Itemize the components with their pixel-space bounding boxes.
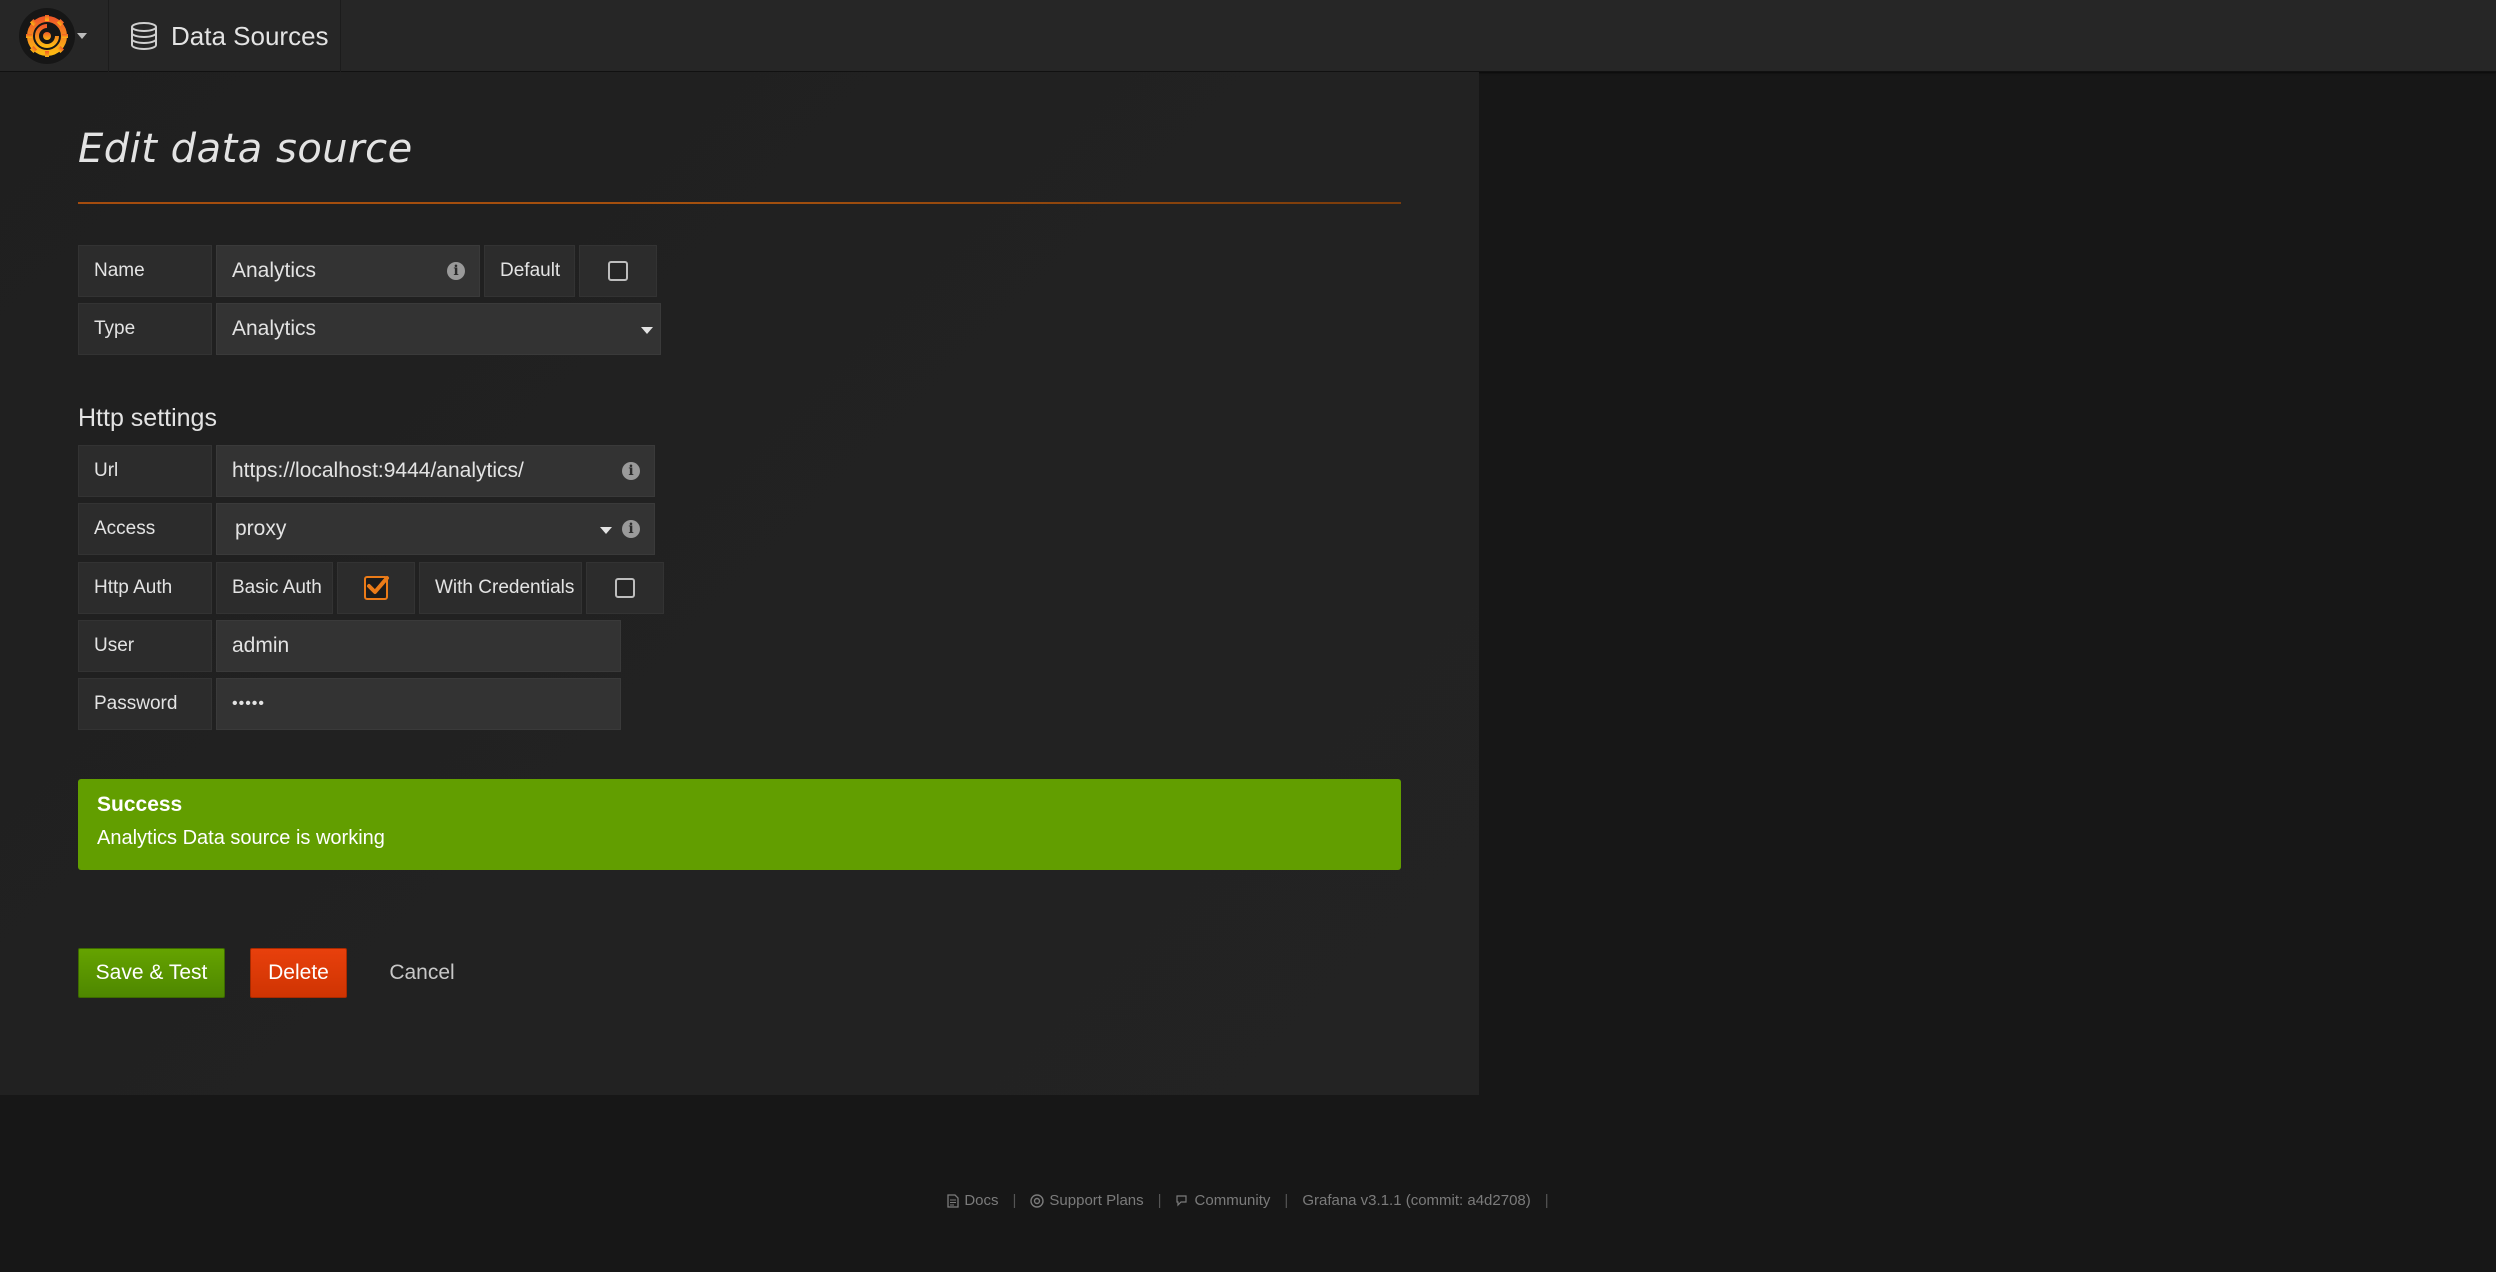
- delete-button[interactable]: Delete: [250, 948, 347, 998]
- alert-message: Analytics Data source is working: [97, 827, 385, 849]
- docs-link-label: Docs: [964, 1192, 999, 1209]
- access-row: Access proxy i: [78, 503, 655, 555]
- comments-icon: [1175, 1195, 1187, 1207]
- lifebuoy-icon: [1030, 1193, 1045, 1208]
- basic-auth-checkbox[interactable]: [364, 576, 389, 600]
- database-icon: [129, 21, 159, 51]
- footer-separator: |: [1012, 1192, 1017, 1209]
- type-select-value: Analytics: [232, 317, 317, 340]
- with-credentials-label: With Credentials: [419, 562, 582, 614]
- info-icon[interactable]: i: [622, 520, 640, 538]
- default-checkbox-wrapper: [579, 245, 657, 297]
- info-icon[interactable]: i: [622, 462, 640, 480]
- type-row: Type Analytics: [78, 303, 661, 355]
- footer-separator: |: [1544, 1192, 1549, 1209]
- chevron-down-icon: [77, 33, 87, 39]
- support-plans-label: Support Plans: [1049, 1192, 1144, 1209]
- file-icon: [947, 1193, 959, 1208]
- nav-data-sources-link[interactable]: Data Sources: [109, 0, 341, 72]
- default-checkbox[interactable]: [608, 261, 628, 281]
- save-test-button[interactable]: Save & Test: [78, 948, 225, 998]
- name-input-value: Analytics: [232, 259, 317, 282]
- user-input-value: admin: [232, 634, 290, 657]
- user-input[interactable]: admin: [216, 620, 621, 672]
- url-label: Url: [78, 445, 212, 497]
- chevron-down-icon: [641, 327, 653, 334]
- title-divider: [78, 202, 1401, 204]
- name-label: Name: [78, 245, 212, 297]
- page-title: Edit data source: [78, 126, 413, 172]
- chevron-down-icon: [600, 527, 612, 534]
- user-label: User: [78, 620, 212, 672]
- nav-title-label: Data Sources: [171, 20, 329, 51]
- url-input[interactable]: https://localhost:9444/analytics/ i: [216, 445, 655, 497]
- grafana-logo-icon: [19, 8, 75, 64]
- type-label: Type: [78, 303, 212, 355]
- access-select[interactable]: proxy i: [216, 503, 655, 555]
- footer-separator: |: [1284, 1192, 1289, 1209]
- user-row: User admin: [78, 620, 621, 672]
- success-alert: Success Analytics Data source is working: [78, 779, 1401, 870]
- name-row: Name Analytics i Default: [78, 245, 657, 297]
- checkmark-icon: [367, 576, 389, 594]
- version-info: Grafana v3.1.1 (commit: a4d2708): [1302, 1192, 1531, 1209]
- top-navbar: Data Sources: [0, 0, 2496, 72]
- with-credentials-checkbox-wrapper: [586, 562, 664, 614]
- footer-separator: |: [1157, 1192, 1162, 1209]
- docs-link[interactable]: Docs: [947, 1192, 999, 1209]
- name-input[interactable]: Analytics i: [216, 245, 480, 297]
- cancel-button[interactable]: Cancel: [372, 948, 472, 998]
- grafana-menu-button[interactable]: [0, 0, 109, 72]
- alert-title: Success: [97, 793, 183, 816]
- main-panel: Edit data source Name Analytics i Defaul…: [0, 72, 1479, 1095]
- type-select[interactable]: Analytics: [216, 303, 661, 355]
- community-link[interactable]: Community: [1175, 1192, 1271, 1209]
- default-label: Default: [484, 245, 575, 297]
- basic-auth-label: Basic Auth: [216, 562, 333, 614]
- community-label: Community: [1194, 1192, 1271, 1209]
- url-input-value: https://localhost:9444/analytics/: [232, 459, 524, 482]
- url-row: Url https://localhost:9444/analytics/ i: [78, 445, 655, 497]
- http-settings-heading: Http settings: [78, 404, 217, 432]
- with-credentials-checkbox[interactable]: [615, 578, 635, 598]
- support-plans-link[interactable]: Support Plans: [1030, 1192, 1144, 1209]
- password-row: Password •••••: [78, 678, 621, 730]
- password-input[interactable]: •••••: [216, 678, 621, 730]
- footer: Docs | Support Plans | Community | Grafa…: [0, 1192, 2496, 1209]
- access-select-value: proxy: [235, 517, 287, 540]
- http-auth-label: Http Auth: [78, 562, 212, 614]
- http-auth-row: Http Auth Basic Auth With Credentials: [78, 562, 664, 614]
- password-label: Password: [78, 678, 212, 730]
- password-input-value: •••••: [232, 695, 266, 712]
- basic-auth-checkbox-wrapper: [337, 562, 415, 614]
- info-icon[interactable]: i: [447, 262, 465, 280]
- access-label: Access: [78, 503, 212, 555]
